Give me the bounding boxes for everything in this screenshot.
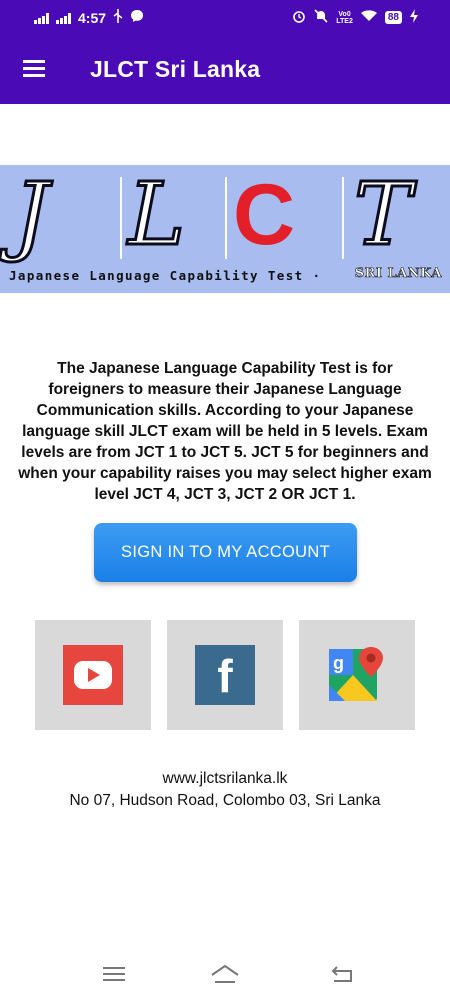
home-icon[interactable] [210,963,240,985]
banner-separator [120,177,122,259]
website-link[interactable]: www.jlctsrilanka.lk [0,770,450,788]
youtube-icon [63,645,123,705]
signal-icon [56,12,71,24]
status-right: Vo0 LTE2 88 [292,9,418,26]
app-bar: JLCT Sri Lanka [0,36,450,104]
banner-badge: SRI LANKA [354,266,442,282]
system-nav-bar [0,945,450,1000]
back-icon[interactable] [329,963,359,985]
banner-letters: J L C T [0,164,450,267]
status-bar: 4:57 Vo0 LTE2 88 [0,0,450,36]
alarm-icon [292,9,306,26]
banner-separator [225,177,227,259]
youtube-button[interactable] [35,620,151,730]
wifi-icon [360,10,377,25]
google-maps-button[interactable]: g [299,620,415,730]
description-text: The Japanese Language Capability Test is… [18,360,432,503]
volte-icon: Vo0 LTE2 [336,10,353,25]
banner-separator [342,177,344,259]
messenger-icon [130,9,144,26]
jlct-banner-logo: J L C T Japanese Language Capability Tes… [0,164,450,293]
status-left: 4:57 [34,9,144,26]
maps-g-glyph: g [333,653,344,673]
charging-icon [410,9,418,26]
usb-icon [113,9,123,26]
clock: 4:57 [78,9,107,26]
banner-letter-l: L [126,164,186,267]
banner-caption: Japanese Language Capability Test · [9,268,322,283]
banner-letter-t: T [352,164,412,267]
address-text: No 07, Hudson Road, Colombo 03, Sri Lank… [69,792,381,809]
recent-apps-icon[interactable] [99,963,129,985]
signal-icon [34,12,49,24]
google-maps-icon: g [327,645,387,705]
banner-letter-j: J [12,164,50,267]
sign-in-button[interactable]: SIGN IN TO MY ACCOUNT [94,523,357,582]
banner-letter-c: C [233,167,296,263]
app-title: JLCT Sri Lanka [90,56,261,82]
facebook-icon: f [195,645,255,705]
hamburger-menu-icon[interactable] [20,58,50,82]
facebook-button[interactable]: f [167,620,283,730]
battery-icon: 88 [384,11,402,24]
mute-icon [314,9,328,26]
